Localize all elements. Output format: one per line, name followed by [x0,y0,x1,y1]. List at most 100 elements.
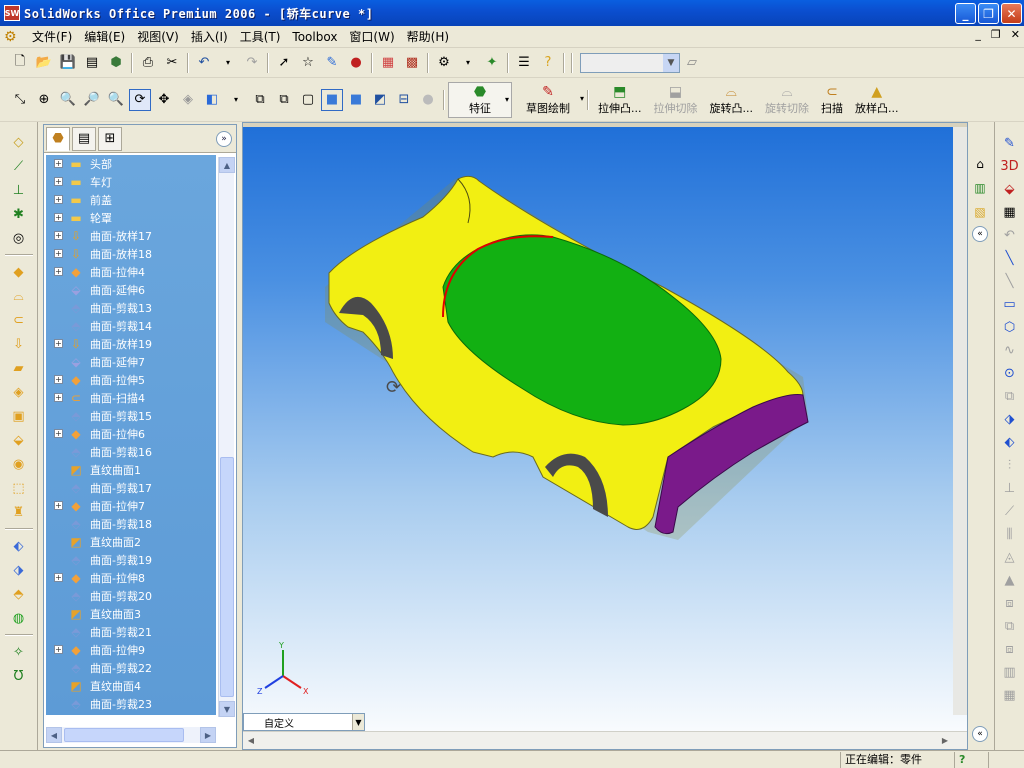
feature-tree-item[interactable]: ⬘ 曲面-剪裁18 [46,515,216,533]
feature-tree-item[interactable]: ⬘ 曲面-剪裁13 [46,299,216,317]
orientation-icon[interactable]: ⤡ [9,89,31,111]
views-dropdown-icon[interactable]: ▾ [225,89,247,111]
split-line-icon[interactable]: ✧ [8,641,30,663]
feature-tree-item[interactable]: ⬙ 曲面-延伸7 [46,353,216,371]
rectangle-icon[interactable]: ▭ [999,293,1021,315]
standard-views-icon[interactable]: ◧ [201,89,223,111]
hidden-lines-visible-icon[interactable]: ⧉ [273,89,295,111]
options-dropdown-icon[interactable]: ▾ [457,52,479,74]
extruded-boss-button[interactable]: ⬒ 拉伸凸... [592,82,648,118]
scroll-thumb[interactable] [220,457,234,697]
restore-button[interactable]: ❐ [978,3,999,24]
property-manager-tab-icon[interactable]: ▤ [72,126,96,151]
color-palette-icon[interactable]: ▦ [377,52,399,74]
lofted-surface-icon[interactable]: ⇩ [8,333,30,355]
mirror-icon[interactable]: ⫶ [999,454,1021,476]
doc-restore-button[interactable]: ❐ [991,28,1001,41]
feature-tree-item[interactable]: + ◆ 曲面-拉伸8 [46,569,216,587]
check-sketch-icon[interactable]: ▦ [999,684,1021,706]
select-filter-icon[interactable]: ☆ [297,52,319,74]
loft-boss-button[interactable]: ▲ 放样凸... [849,82,905,118]
graphics-area[interactable]: ⟳ X Y Z 自定义 ▼ ◀ ▶ [242,122,968,750]
feature-tree-item[interactable]: + ⇩ 曲面-放样19 [46,335,216,353]
view-orientation-combo[interactable]: 自定义 ▼ [243,713,365,731]
expand-toggle-icon[interactable]: + [54,573,63,582]
convert-entities-icon[interactable]: ⬗ [999,408,1021,430]
feature-tree[interactable]: + ▬ 头部 + ▬ 车灯 + ▬ 前盖 + ▬ 轮罩 + ⇩ 曲面-放样17 + ⇩ 曲面-放样18 + ◆ 曲面-拉… [46,155,216,715]
expand-toggle-icon[interactable]: + [54,429,63,438]
feature-tree-item[interactable]: + ▬ 车灯 [46,173,216,191]
arc-icon[interactable]: ↶ [999,224,1021,246]
collapse-panel-icon[interactable]: » [216,131,232,147]
rebuild-icon[interactable]: ✎ [321,52,343,74]
menu-tools[interactable]: 工具(T) [234,27,287,47]
curve-through-points-icon[interactable]: Ʊ [8,665,30,687]
viewport-horizontal-scrollbar[interactable]: ◀ ▶ [243,731,967,749]
feature-tree-item[interactable]: + ◆ 曲面-拉伸4 [46,263,216,281]
menu-edit[interactable]: 编辑(E) [78,27,131,47]
feature-tree-item[interactable]: + ▬ 轮罩 [46,209,216,227]
feature-tree-item[interactable]: ⬘ 曲面-剪裁21 [46,623,216,641]
reference-plane-icon[interactable]: ◇ [8,131,30,153]
zoom-to-area-icon[interactable]: 🔍 [57,89,79,111]
feature-tree-item[interactable]: ◩ 直纹曲面4 [46,677,216,695]
feature-manager-tab-icon[interactable]: ⬣ [46,126,70,151]
doc-minimize-button[interactable]: _ [975,28,981,41]
minimize-button[interactable]: _ [955,3,976,24]
coordinate-system-icon[interactable]: ⊥ [8,179,30,201]
layer-icon[interactable]: ▱ [681,52,703,74]
chevron-down-icon[interactable]: ▼ [352,714,364,730]
revolved-boss-button[interactable]: ⌓ 旋转凸... [704,82,760,118]
scroll-right-icon[interactable]: ▶ [937,732,953,748]
close-button[interactable]: ✕ [1001,3,1022,24]
linear-pattern-icon[interactable]: ⫼ [999,523,1021,545]
realview-icon[interactable]: ● [417,89,439,111]
section-view-icon[interactable]: ⊟ [393,89,415,111]
design-library-icon[interactable]: ▥ [970,178,990,198]
feature-tree-item[interactable]: ⬘ 曲面-剪裁17 [46,479,216,497]
shadows-icon[interactable]: ◩ [369,89,391,111]
feature-tree-item[interactable]: ◩ 直纹曲面2 [46,533,216,551]
scroll-left-icon[interactable]: ◀ [46,727,62,743]
menu-window[interactable]: 窗口(W) [343,27,400,47]
copy-entities-icon[interactable]: ⧉ [999,615,1021,637]
scroll-up-icon[interactable]: ▲ [219,157,235,173]
options-icon[interactable]: ⚙ [433,52,455,74]
hidden-lines-removed-icon[interactable]: ▢ [297,89,319,111]
construction-geometry-icon[interactable]: ⟋ [999,500,1021,522]
select-arrow-icon[interactable]: ➚ [273,52,295,74]
extend-surface-icon[interactable]: ⬚ [8,477,30,499]
feature-tree-item[interactable]: ⬙ 曲面-延伸6 [46,281,216,299]
cut-icon[interactable]: ✂ [161,52,183,74]
expand-toggle-icon[interactable]: + [54,195,63,204]
feature-tree-item[interactable]: ⬘ 曲面-剪裁22 [46,659,216,677]
scroll-right-icon[interactable]: ▶ [200,727,216,743]
expand-toggle-icon[interactable]: + [54,393,63,402]
open-folder-icon[interactable]: 📂 [33,52,55,74]
title-bar[interactable]: SW SolidWorks Office Premium 2006 - [轿车c… [0,0,1024,26]
expand-toggle-icon[interactable]: + [54,645,63,654]
smart-dimension-icon[interactable]: ⬙ [999,178,1021,200]
feature-tree-item[interactable]: + ◆ 曲面-拉伸6 [46,425,216,443]
expand-toggle-icon[interactable]: + [54,213,63,222]
save-icon[interactable]: 💾 [57,52,79,74]
feature-tree-item[interactable]: ◩ 直纹曲面1 [46,461,216,479]
traffic-light-icon[interactable]: ● [345,52,367,74]
undo-icon[interactable]: ↶ [193,52,215,74]
boundary-surface-icon[interactable]: ▰ [8,357,30,379]
file-explorer-icon[interactable]: ▧ [970,202,990,222]
extruded-surface-icon[interactable]: ◆ [8,261,30,283]
feature-tree-item[interactable]: ⬘ 曲面-剪裁20 [46,587,216,605]
car-model[interactable]: ⟳ [243,127,968,727]
zoom-in-out-icon[interactable]: 🔎 [81,89,103,111]
feature-tree-item[interactable]: ⬘ 曲面-剪裁14 [46,317,216,335]
collapse-task-pane-icon[interactable]: « [972,226,988,242]
reference-point-icon[interactable]: ✱ [8,203,30,225]
undo-dropdown-icon[interactable]: ▾ [217,52,239,74]
centerline-icon[interactable]: ╲ [999,270,1021,292]
feature-tree-item[interactable]: + ◆ 曲面-拉伸9 [46,641,216,659]
expand-toggle-icon[interactable]: + [54,231,63,240]
feature-tree-item[interactable]: ⬘ 曲面-剪裁19 [46,551,216,569]
menu-help[interactable]: 帮助(H) [401,27,455,47]
sketch-tab-button[interactable]: ✎ 草图绘制 ▾ [512,82,584,118]
